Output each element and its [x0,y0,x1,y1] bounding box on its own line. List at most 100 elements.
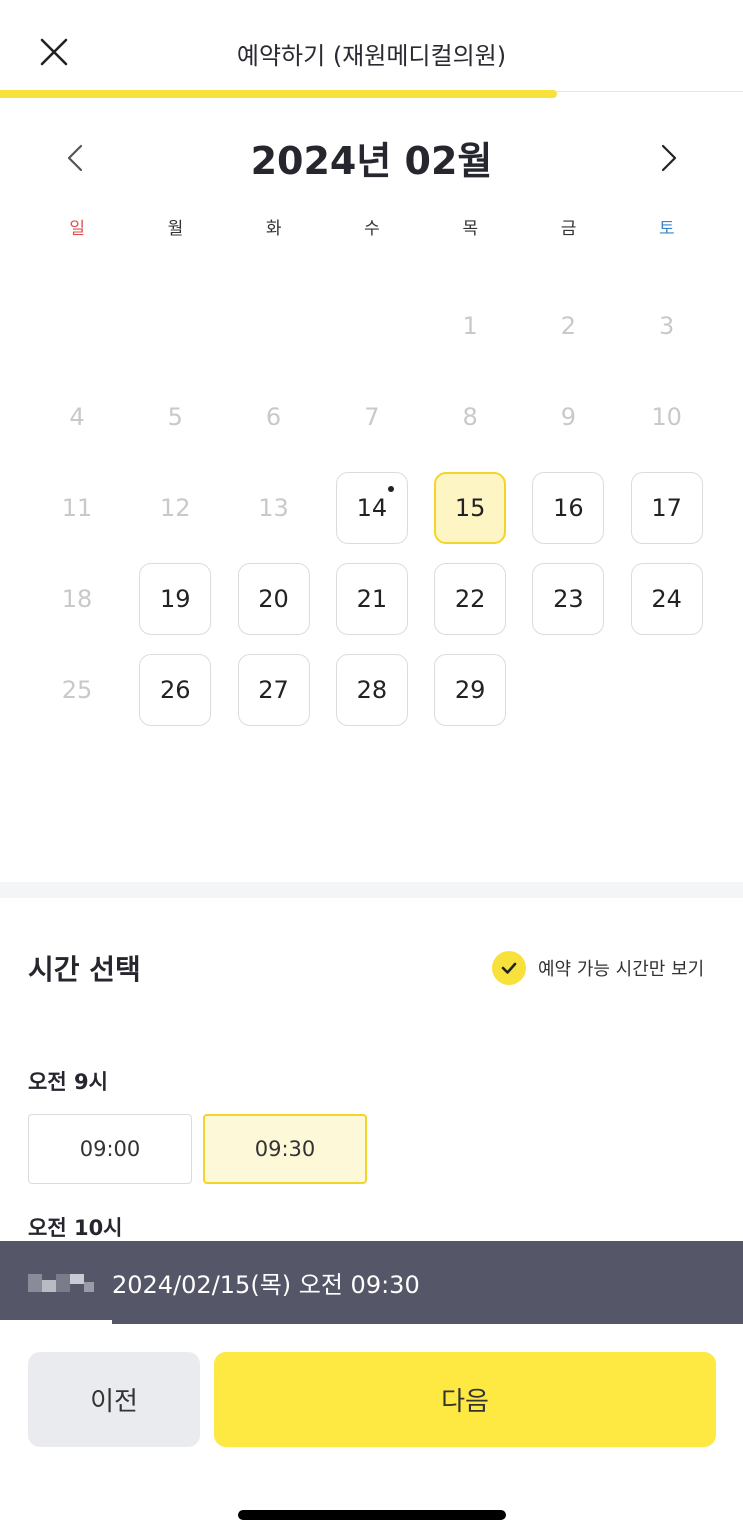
calendar-cell [618,642,716,733]
calendar-cell: 8 [421,369,519,460]
calendar-day-25: 25 [61,676,93,704]
check-icon [492,951,526,985]
calendar-day-15[interactable]: 15 [434,472,507,544]
weekday-friday: 금 [560,219,577,239]
calendar-day-4: 4 [69,403,85,431]
calendar-cell: 15 [421,460,519,551]
calendar-cell [323,278,421,369]
progress-fill [0,90,558,98]
available-only-toggle[interactable]: 예약 가능 시간만 보기 [492,950,704,986]
summary-edge [0,1320,112,1324]
calendar-week: 4 5 6 7 8 9 10 [28,369,716,460]
calendar-day-26[interactable]: 26 [139,654,212,726]
calendar-day-13: 13 [258,494,289,522]
calendar-day-22[interactable]: 22 [434,563,507,635]
calendar-cell: 27 [225,642,323,733]
calendar-cell [519,642,617,733]
blurred-name [28,1273,94,1292]
calendar-day-23[interactable]: 23 [532,563,605,635]
calendar-cell: 10 [618,369,716,460]
chevron-right-icon [661,144,677,172]
calendar-day-18: 18 [61,585,93,613]
calendar-day-19[interactable]: 19 [139,563,212,635]
calendar-cell: 21 [323,551,421,642]
calendar-day-8: 8 [462,403,478,431]
next-month-button[interactable] [648,138,688,178]
calendar-day-16[interactable]: 16 [532,472,605,544]
calendar-cell: 18 [28,551,126,642]
calendar-week: 11 12 13 14 15 16 17 [28,460,716,551]
calendar-cell: 13 [225,460,323,551]
calendar-cell: 26 [126,642,224,733]
weekday-tuesday: 화 [265,219,282,239]
calendar-day-21[interactable]: 21 [335,563,408,635]
calendar-day-27[interactable]: 27 [237,654,310,726]
calendar-day-3: 3 [659,312,675,340]
weekday-wednesday: 수 [364,219,380,239]
weekday-sunday: 일 [69,219,85,239]
time-group-label: 오전 10시 [28,1216,123,1240]
calendar-day-17[interactable]: 17 [630,472,703,544]
calendar-cell: 19 [126,551,224,642]
filter-label: 예약 가능 시간만 보기 [538,959,705,980]
calendar-day-14[interactable]: 14 [335,472,408,544]
calendar-day-6: 6 [265,403,282,431]
calendar-day-20[interactable]: 20 [237,563,310,635]
calendar-cell: 4 [28,369,126,460]
weekday-saturday: 토 [659,219,675,239]
page-title: 예약하기 (재원메디컬의원) [236,42,507,70]
calendar-grid: 1 2 3 4 5 6 7 8 9 10 11 12 13 14 15 16 17 18 19 20 21 22 23 24 2… [28,278,716,733]
previous-button[interactable]: 이전 [28,1352,200,1447]
calendar-cell: 7 [323,369,421,460]
calendar-day-1: 1 [462,312,478,340]
calendar-day-5: 5 [167,403,183,431]
header: 예약하기 (재원메디컬의원) [0,0,743,92]
section-divider [0,882,743,898]
month-title: 2024년 02월 [250,139,493,183]
calendar-cell: 20 [225,551,323,642]
calendar-cell: 25 [28,642,126,733]
calendar-cell: 9 [519,369,617,460]
calendar-cell: 16 [519,460,617,551]
time-slot-0930[interactable]: 09:30 [203,1114,367,1184]
next-button[interactable]: 다음 [214,1352,716,1447]
weekday-header: 일 월 화 수 목 금 토 [28,214,716,240]
calendar-cell: 29 [421,642,519,733]
calendar-cell: 22 [421,551,519,642]
calendar-week: 1 2 3 [28,278,716,369]
calendar-cell: 5 [126,369,224,460]
calendar-cell: 28 [323,642,421,733]
calendar-day-12: 12 [160,494,191,522]
calendar-cell: 12 [126,460,224,551]
weekday-thursday: 목 [462,219,479,239]
calendar-cell: 2 [519,278,617,369]
calendar-day-2: 2 [560,312,577,340]
calendar-day-10: 10 [651,403,682,431]
calendar-cell: 6 [225,369,323,460]
calendar-day-7: 7 [364,403,380,431]
calendar-cell [225,278,323,369]
month-navigation: 2024년 02월 [0,120,743,190]
progress-bar [0,90,743,98]
time-slot-0900[interactable]: 09:00 [28,1114,192,1184]
calendar-cell [28,278,126,369]
calendar-cell: 23 [519,551,617,642]
today-dot [387,486,394,492]
calendar-cell: 1 [421,278,519,369]
selection-summary-bar: 2024/02/15(목) 오전 09:30 [0,1241,743,1324]
calendar-day-11: 11 [61,494,93,522]
calendar-day-9: 9 [560,403,577,431]
calendar-day-24[interactable]: 24 [630,563,703,635]
calendar-day-28[interactable]: 28 [335,654,408,726]
calendar-cell: 14 [323,460,421,551]
calendar-cell: 24 [618,551,716,642]
calendar-week: 18 19 20 21 22 23 24 [28,551,716,642]
selection-summary-text: 2024/02/15(목) 오전 09:30 [112,1271,420,1299]
time-group-label: 오전 9시 [28,1070,108,1094]
calendar-day-29[interactable]: 29 [434,654,507,726]
home-indicator [238,1510,506,1520]
calendar-cell [126,278,224,369]
calendar-week: 25 26 27 28 29 [28,642,716,733]
time-section-title: 시간 선택 [28,953,141,986]
weekday-monday: 월 [167,219,184,239]
